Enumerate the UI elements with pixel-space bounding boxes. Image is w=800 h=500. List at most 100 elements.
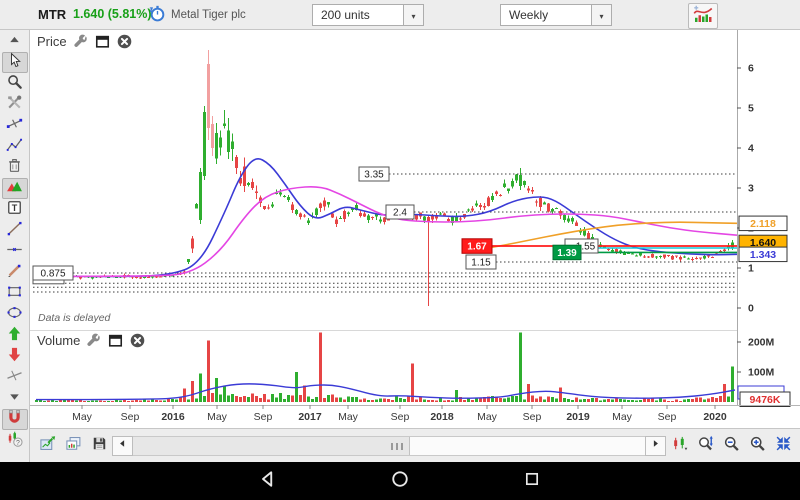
- chart-area[interactable]: 0.83.352.41.150.8751.671.551.39012345620…: [30, 30, 800, 428]
- units-dropdown-arrow[interactable]: ▾: [404, 4, 424, 26]
- polyline-icon: [6, 136, 23, 158]
- svg-text:2.118: 2.118: [750, 218, 776, 230]
- tool-arrow-down-button[interactable]: [2, 346, 28, 367]
- price-panel-title: Price: [37, 34, 67, 49]
- recents-icon: [523, 470, 541, 493]
- top-bar: MTR 1.640 (5.81%) Metal Tiger plc 200 un…: [0, 0, 800, 30]
- export-chart-button[interactable]: [34, 433, 60, 459]
- svg-text:3: 3: [748, 183, 754, 195]
- svg-text:1.15: 1.15: [471, 258, 491, 269]
- candle-help-icon: ?: [6, 430, 23, 452]
- tool-rectangle-button[interactable]: [2, 283, 28, 304]
- svg-text:T: T: [12, 202, 18, 212]
- pencil-icon: [6, 262, 23, 284]
- candle-adjust-icon: [671, 435, 688, 457]
- strike-line-icon: [6, 367, 23, 389]
- svg-text:1.39: 1.39: [557, 248, 577, 259]
- price-volume-chart[interactable]: 0.83.352.41.150.8751.671.551.39012345620…: [30, 30, 800, 428]
- tool-text-button[interactable]: T: [2, 199, 28, 220]
- svg-text:1: 1: [748, 263, 754, 275]
- tool-delete-button[interactable]: [2, 157, 28, 178]
- trendline-icon: [6, 220, 23, 242]
- nav-home-button[interactable]: [387, 468, 413, 494]
- window-icon[interactable]: [107, 332, 124, 349]
- nav-recents-button[interactable]: [519, 468, 545, 494]
- tool-scroll-up-button[interactable]: [2, 31, 28, 52]
- svg-text:2018: 2018: [430, 411, 454, 423]
- tool-settings-tools-button[interactable]: [2, 94, 28, 115]
- tool-horizontal-line-button[interactable]: [2, 241, 28, 262]
- svg-text:Sep: Sep: [523, 411, 542, 423]
- tool-scroll-down-button[interactable]: [2, 388, 28, 409]
- tool-candle-help-button[interactable]: ?: [2, 430, 28, 451]
- tool-strike-line-button[interactable]: [2, 367, 28, 388]
- tool-magnet-button[interactable]: [2, 409, 28, 430]
- tool-trendline-button[interactable]: [2, 220, 28, 241]
- window-icon[interactable]: [94, 33, 111, 50]
- tool-arrow-up-button[interactable]: [2, 325, 28, 346]
- tool-cursor-button[interactable]: [2, 52, 28, 73]
- svg-text:Sep: Sep: [391, 411, 410, 423]
- price-change-label: 1.640 (5.81%): [73, 7, 152, 21]
- period-dropdown-value[interactable]: Weekly: [500, 4, 592, 26]
- zoom-out-icon: [723, 435, 740, 457]
- zoom-icon: [6, 73, 23, 95]
- save-icon: [91, 435, 108, 457]
- zoom-in-icon: [749, 435, 766, 457]
- bottom-toolbar: [30, 428, 800, 462]
- tool-zigzag-button[interactable]: [2, 178, 28, 199]
- scroll-left-button[interactable]: [112, 436, 133, 456]
- close-icon[interactable]: [116, 33, 133, 50]
- wrench-icon[interactable]: [85, 332, 102, 349]
- svg-text:0: 0: [748, 303, 754, 315]
- zoom-in-button[interactable]: [744, 433, 770, 459]
- svg-text:May: May: [477, 411, 498, 423]
- period-dropdown[interactable]: Weekly ▾: [500, 4, 612, 26]
- zoom-vertical-button[interactable]: [692, 433, 718, 459]
- delayed-note: Data is delayed: [38, 312, 110, 324]
- svg-text:4: 4: [748, 143, 754, 155]
- svg-text:1.67: 1.67: [467, 242, 487, 253]
- price-panel-header: Price: [37, 33, 133, 50]
- svg-text:9476K: 9476K: [750, 394, 781, 406]
- period-dropdown-arrow[interactable]: ▾: [592, 4, 612, 26]
- scroll-right-button[interactable]: [645, 436, 666, 456]
- rectangle-icon: [6, 283, 23, 305]
- svg-text:Sep: Sep: [658, 411, 677, 423]
- tool-zoom-button[interactable]: [2, 73, 28, 94]
- units-dropdown-value[interactable]: 200 units: [312, 4, 404, 26]
- svg-text:2019: 2019: [566, 411, 590, 423]
- arrow-right-icon: [649, 437, 662, 455]
- candle-settings-button[interactable]: [666, 433, 692, 459]
- company-name: Metal Tiger plc: [171, 9, 246, 21]
- nav-back-button[interactable]: [255, 468, 281, 494]
- arrow-up-icon: [6, 325, 23, 347]
- scrollbar-grip: [391, 443, 403, 450]
- units-dropdown[interactable]: 200 units ▾: [312, 4, 424, 26]
- fit-screen-button[interactable]: [770, 433, 796, 459]
- delayed-stopwatch-icon: [149, 5, 166, 27]
- scrollbar-thumb[interactable]: [133, 437, 410, 455]
- text-icon: T: [6, 199, 23, 221]
- new-chart-button[interactable]: [688, 3, 718, 29]
- zoom-out-button[interactable]: [718, 433, 744, 459]
- svg-text:1.343: 1.343: [750, 249, 776, 261]
- svg-text:5: 5: [748, 103, 754, 115]
- svg-text:May: May: [72, 411, 93, 423]
- tool-trend-cross-button[interactable]: [2, 115, 28, 136]
- close-icon[interactable]: [129, 332, 146, 349]
- svg-text:May: May: [612, 411, 633, 423]
- svg-text:2020: 2020: [703, 411, 727, 423]
- tool-ellipse-button[interactable]: [2, 304, 28, 325]
- save-button[interactable]: [86, 433, 112, 459]
- tool-pencil-button[interactable]: [2, 262, 28, 283]
- arrow-left-icon: [116, 437, 129, 455]
- svg-text:2016: 2016: [161, 411, 185, 423]
- delete-icon: [6, 157, 23, 179]
- wrench-icon[interactable]: [72, 33, 89, 50]
- chart-windows-button[interactable]: [60, 433, 86, 459]
- tool-polyline-button[interactable]: [2, 136, 28, 157]
- chart-scrollbar[interactable]: [133, 436, 645, 456]
- svg-text:Sep: Sep: [121, 411, 140, 423]
- app-screen: MTR 1.640 (5.81%) Metal Tiger plc 200 un…: [0, 0, 800, 500]
